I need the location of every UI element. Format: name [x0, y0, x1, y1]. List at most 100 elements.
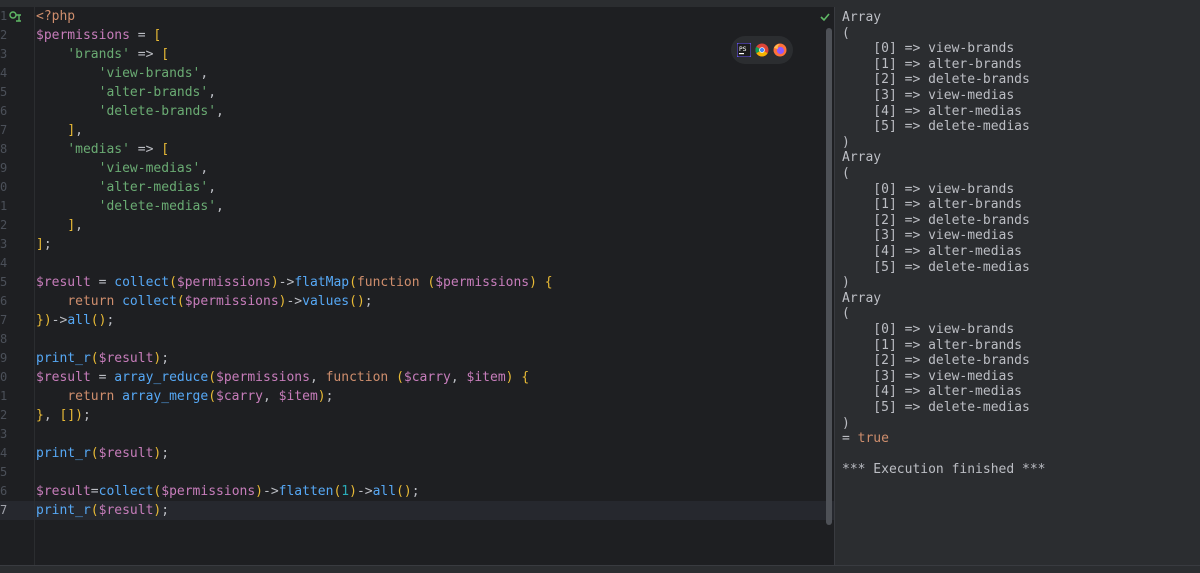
output-line: [5] => delete-medias — [842, 259, 1030, 275]
code-line[interactable]: 3 'brands' => [ — [0, 45, 834, 64]
code-line[interactable]: 8 — [0, 330, 834, 349]
output-line: [3] => view-medias — [842, 88, 1015, 103]
code-line[interactable]: 3]; — [0, 235, 834, 254]
line-number: 2 — [0, 408, 8, 422]
code-line[interactable]: 4 — [0, 254, 834, 273]
line-number: 7 — [0, 503, 8, 517]
code-text[interactable]: 'brands' => [ — [36, 45, 169, 64]
code-editor[interactable]: 7 print_r($result); 6 $result=collect($perm… — [0, 7, 834, 565]
output-line: [4] => alter-medias — [842, 103, 1023, 119]
code-text[interactable]: print_r($result); — [36, 501, 169, 520]
output-line: [1] => alter-brands — [842, 197, 1023, 213]
editor-scrollbar[interactable] — [826, 28, 832, 525]
firefox-icon[interactable] — [773, 43, 787, 57]
code-text[interactable]: return collect($permissions)->values(); — [36, 292, 372, 311]
output-line: = true — [842, 431, 889, 447]
line-number: 6 — [0, 294, 8, 308]
line-number: 7 — [0, 123, 8, 137]
output-line: [2] => delete-brands — [842, 212, 1030, 228]
code-text[interactable]: <?php — [36, 7, 75, 26]
code-text[interactable]: 'view-medias', — [36, 159, 209, 178]
code-text[interactable]: 'alter-medias', — [36, 178, 216, 197]
output-line: ) — [842, 134, 850, 150]
output-line: [0] => view-brands — [842, 41, 1015, 57]
code-line[interactable]: 6 $result=collect($permissions)->flatten(… — [0, 482, 834, 501]
phpstorm-icon[interactable]: PS — [737, 43, 751, 57]
chrome-icon[interactable] — [755, 43, 769, 57]
line-number: 4 — [0, 66, 8, 80]
line-number: 7 — [0, 313, 8, 327]
line-number: 4 — [0, 446, 8, 460]
line-number: 3 — [0, 427, 8, 441]
line-number: 6 — [0, 484, 8, 498]
code-line[interactable]: 5 — [0, 463, 834, 482]
code-line[interactable]: 9 print_r($result); — [0, 349, 834, 368]
output-line: ( — [842, 166, 850, 181]
code-text[interactable]: 'medias' => [ — [36, 140, 169, 159]
code-text[interactable]: 'delete-medias', — [36, 197, 224, 216]
code-text[interactable]: }, []); — [36, 406, 91, 425]
code-line[interactable]: 2 }, []); — [0, 406, 834, 425]
code-text[interactable]: 'alter-brands', — [36, 83, 216, 102]
code-line[interactable]: 5 'alter-brands', — [0, 83, 834, 102]
code-text[interactable]: 'delete-brands', — [36, 102, 224, 121]
code-text[interactable]: $result=collect($permissions)->flatten(1… — [36, 482, 420, 501]
code-line[interactable]: 9 'view-medias', — [0, 159, 834, 178]
line-number: 0 — [0, 180, 8, 194]
line-number: 1 — [0, 389, 8, 403]
code-line[interactable]: 0 'alter-medias', — [0, 178, 834, 197]
output-line: ( — [842, 25, 850, 41]
code-text[interactable]: })->all(); — [36, 311, 114, 330]
code-text[interactable]: $permissions = [ — [36, 26, 161, 45]
code-text[interactable]: $result = collect($permissions)->flatMap… — [36, 273, 553, 292]
code-line[interactable]: 1 <?php — [0, 7, 834, 26]
run-gutter-icon[interactable] — [9, 11, 23, 25]
code-text[interactable]: ], — [36, 121, 83, 140]
output-line: [0] => view-brands — [842, 322, 1015, 337]
line-number: 3 — [0, 237, 8, 251]
code-line[interactable]: 6 return collect($permissions)->values()… — [0, 292, 834, 311]
code-line[interactable]: 8 'medias' => [ — [0, 140, 834, 159]
output-line: [5] => delete-medias — [842, 119, 1030, 135]
output-line: Array — [842, 150, 882, 166]
output-line: [0] => view-brands — [842, 181, 1015, 197]
code-text[interactable]: print_r($result); — [36, 349, 169, 368]
line-number: 4 — [0, 256, 8, 270]
code-line[interactable]: 5 $result = collect($permissions)->flatMa… — [0, 273, 834, 292]
code-line[interactable]: 7 })->all(); — [0, 311, 834, 330]
code-text[interactable]: ]; — [36, 235, 52, 254]
code-text[interactable]: $result = array_reduce($permissions, fun… — [36, 368, 529, 387]
code-line[interactable]: 6 'delete-brands', — [0, 102, 834, 121]
output-line: [1] => alter-brands — [842, 56, 1023, 72]
code-line[interactable]: 7 ], — [0, 121, 834, 140]
output-line: ) — [842, 415, 850, 431]
line-number: 2 — [0, 28, 8, 42]
code-text[interactable]: print_r($result); — [36, 444, 169, 463]
line-number: 1 — [0, 199, 8, 213]
code-line[interactable]: 4 'view-brands', — [0, 64, 834, 83]
output-line: *** Execution finished *** — [842, 462, 1046, 478]
output-line: [2] => delete-brands — [842, 72, 1030, 88]
line-number: 5 — [0, 275, 8, 289]
code-line[interactable]: 3 — [0, 425, 834, 444]
line-number: 8 — [0, 142, 8, 156]
code-line[interactable]: 2 ], — [0, 216, 834, 235]
code-text[interactable]: ], — [36, 216, 83, 235]
svg-text:PS: PS — [739, 46, 747, 53]
code-line[interactable]: 4 print_r($result); — [0, 444, 834, 463]
code-line[interactable]: 2 $permissions = [ — [0, 26, 834, 45]
code-line[interactable]: 1 'delete-medias', — [0, 197, 834, 216]
inspection-ok-icon[interactable] — [819, 11, 831, 23]
code-text[interactable]: return array_merge($carry, $item); — [36, 387, 333, 406]
line-number: 6 — [0, 104, 8, 118]
output-line: Array — [842, 10, 882, 25]
code-line[interactable]: 0 $result = array_reduce($permissions, fu… — [0, 368, 834, 387]
line-number: 0 — [0, 370, 8, 384]
line-number: 5 — [0, 465, 8, 479]
code-line[interactable]: 1 return array_merge($carry, $item); — [0, 387, 834, 406]
code-line[interactable]: 7 print_r($result); — [0, 501, 834, 520]
output-line: Array — [842, 290, 882, 306]
code-text[interactable]: 'view-brands', — [36, 64, 209, 83]
line-number: 8 — [0, 332, 8, 346]
gutter-separator — [34, 7, 35, 565]
